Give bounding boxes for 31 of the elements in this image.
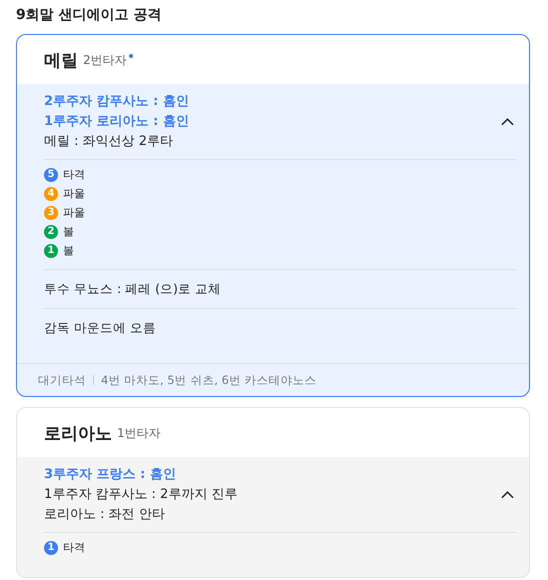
pitch-number-badge: 5 xyxy=(44,168,58,182)
pitch-number-badge: 1 xyxy=(44,244,58,258)
batting-order: 2번타자 xyxy=(83,52,127,68)
pitch-result: 볼 xyxy=(63,224,74,239)
batting-order: 1번타자 xyxy=(117,424,161,442)
batter-card[interactable]: 메릴 2번타자 2루주자 캄푸사노 : 홈인 1루주자 로리아노 : 홈인 메릴 : 좌익선상 2루타 5 타격 4 파울 3 파울 2 볼 1 볼 투수 무뇨스 : 페레 (으)로 교체 감독 마운드에 오름 대기타석 4번 마차도, 5번 쉬츠, 6번 카스테야노스 xyxy=(16,34,530,397)
pitch-number-badge: 1 xyxy=(44,540,58,554)
pitch-number-badge: 2 xyxy=(44,224,58,238)
section-title: 9회말 샌디에이고 공격 xyxy=(16,6,162,25)
on-deck-label: 대기타석 xyxy=(38,372,86,388)
play-text: 1루주자 캄푸사노 : 2루까지 진루 xyxy=(44,486,238,504)
event-text: 투수 무뇨스 : 페레 (으)로 교체 xyxy=(44,270,516,309)
batter-card[interactable]: 로리아노 1번타자 3루주자 프랑스 : 홈인 1루주자 캄푸사노 : 2루까지 진루 로리아노 : 좌전 안타 1 타격 xyxy=(16,407,530,578)
play-text: 1루주자 로리아노 : 홈인 xyxy=(44,113,190,131)
play-text: 메릴 : 좌익선상 2루타 xyxy=(44,133,174,151)
pitch-result: 볼 xyxy=(63,243,74,258)
pitch-result: 파울 xyxy=(63,186,85,201)
batter-name: 메릴 xyxy=(44,50,78,72)
pitch-result: 파울 xyxy=(63,205,85,220)
play-text: 3루주자 프랑스 : 홈인 xyxy=(44,466,177,484)
pitch-number-badge: 4 xyxy=(44,186,58,200)
pitch-result: 타격 xyxy=(63,167,85,182)
play-text: 로리아노 : 좌전 안타 xyxy=(44,506,166,524)
pitch-result: 타격 xyxy=(63,540,85,555)
collapse-chevron-icon[interactable] xyxy=(501,491,514,499)
on-deck-batters: 4번 마차도, 5번 쉬츠, 6번 카스테야노스 xyxy=(101,372,317,388)
collapse-chevron-icon[interactable] xyxy=(501,118,514,126)
batter-name: 로리아노 xyxy=(44,422,112,444)
pitch-number-badge: 3 xyxy=(44,206,58,220)
play-text: 2루주자 캄푸사노 : 홈인 xyxy=(44,93,190,111)
event-text: 감독 마운드에 오름 xyxy=(44,319,157,337)
